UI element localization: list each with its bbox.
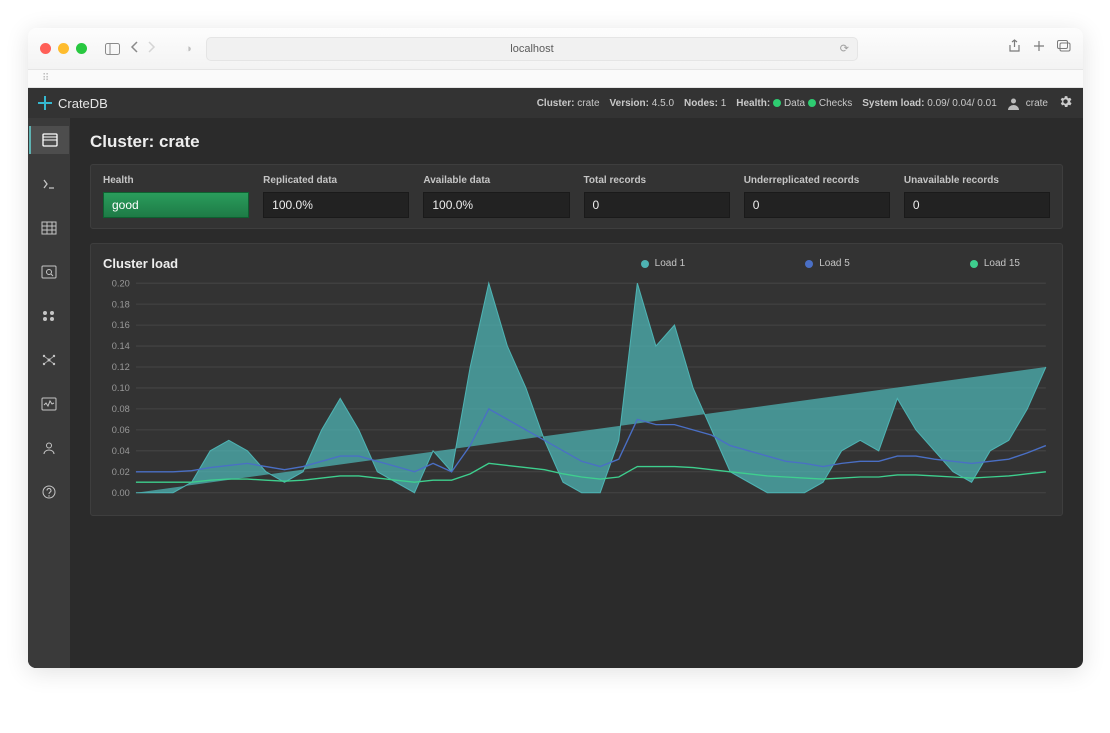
app-header: CrateDB Cluster: crate Version: 4.5.0 No… xyxy=(28,88,1083,118)
reload-icon[interactable]: ⟳ xyxy=(840,42,849,55)
apps-grid-icon[interactable]: ⠿ xyxy=(42,73,49,84)
appbar-right: Cluster: crate Version: 4.5.0 Nodes: 1 H… xyxy=(537,94,1073,112)
cluster-load-chart: 0.00 0.02 0.04 0.06 0.08 0.10 0.12 0.14 0.16 0.18… xyxy=(103,279,1050,499)
chart-header: Cluster load Load 1 Load 5 Load 15 xyxy=(103,256,1050,271)
cratedb-logo-icon xyxy=(38,96,52,110)
user-icon xyxy=(1007,97,1020,110)
stat-label: Available data xyxy=(423,175,569,186)
legend-dot-icon xyxy=(970,260,978,268)
browser-nav xyxy=(130,40,156,58)
chart-area: 0.00 0.02 0.04 0.06 0.08 0.10 0.12 0.14 0.16 0.18… xyxy=(103,279,1050,499)
legend-load5: Load 5 xyxy=(805,258,850,269)
legend-load1: Load 1 xyxy=(641,258,686,269)
svg-text:0.00: 0.00 xyxy=(112,488,130,498)
stat-value: 100.0% xyxy=(423,192,569,218)
new-tab-icon[interactable] xyxy=(1033,39,1045,58)
nav-console[interactable] xyxy=(29,170,69,198)
svg-text:0.14: 0.14 xyxy=(112,341,130,351)
nav-cluster[interactable] xyxy=(29,346,69,374)
browser-chrome: ◑ localhost ⟳ xyxy=(28,28,1083,70)
page-title: Cluster: crate xyxy=(90,132,1063,152)
legend-load15: Load 15 xyxy=(970,258,1020,269)
status-nodes: Nodes: 1 xyxy=(684,98,726,109)
svg-text:0.10: 0.10 xyxy=(112,383,130,393)
stat-label: Total records xyxy=(584,175,730,186)
url-text: localhost xyxy=(510,43,553,55)
svg-text:0.12: 0.12 xyxy=(112,362,130,372)
close-window-icon[interactable] xyxy=(40,43,51,54)
stat-label: Unavailable records xyxy=(904,175,1050,186)
stat-value-health: good xyxy=(103,192,249,218)
svg-text:0.16: 0.16 xyxy=(112,320,130,330)
stat-label: Replicated data xyxy=(263,175,409,186)
chart-legend: Load 1 Load 5 Load 15 xyxy=(641,258,1050,269)
settings-button[interactable] xyxy=(1058,94,1073,112)
username: crate xyxy=(1026,98,1048,109)
nav-shards[interactable] xyxy=(29,302,69,330)
stat-replicated: Replicated data 100.0% xyxy=(263,175,409,218)
svg-text:0.20: 0.20 xyxy=(112,279,130,288)
legend-dot-icon xyxy=(641,260,649,268)
chart-title: Cluster load xyxy=(103,256,178,271)
shield-icon[interactable]: ◑ xyxy=(185,43,192,55)
stat-label: Health xyxy=(103,175,249,186)
svg-text:0.06: 0.06 xyxy=(112,425,130,435)
traffic-lights xyxy=(40,43,87,54)
nav-views[interactable] xyxy=(29,258,69,286)
svg-text:0.04: 0.04 xyxy=(112,446,130,456)
main-content: Cluster: crate Health good Replicated da… xyxy=(70,118,1083,668)
maximize-window-icon[interactable] xyxy=(76,43,87,54)
brand-text: CrateDB xyxy=(58,96,108,111)
stat-underrep: Underreplicated records 0 xyxy=(744,175,890,218)
stat-value: 0 xyxy=(744,192,890,218)
legend-dot-icon xyxy=(805,260,813,268)
stat-total: Total records 0 xyxy=(584,175,730,218)
stat-label: Underreplicated records xyxy=(744,175,890,186)
stat-unavail: Unavailable records 0 xyxy=(904,175,1050,218)
address-bar[interactable]: ◑ localhost ⟳ xyxy=(206,37,858,61)
stat-available: Available data 100.0% xyxy=(423,175,569,218)
stats-panel: Health good Replicated data 100.0% Avail… xyxy=(90,164,1063,229)
stat-value: 0 xyxy=(904,192,1050,218)
share-icon[interactable] xyxy=(1008,39,1021,58)
nav-help[interactable] xyxy=(29,478,69,506)
side-nav xyxy=(28,118,70,668)
stat-health: Health good xyxy=(103,175,249,218)
status-health: Health: Data Checks xyxy=(736,98,852,109)
forward-button[interactable] xyxy=(146,40,156,58)
stat-value: 0 xyxy=(584,192,730,218)
svg-text:0.02: 0.02 xyxy=(112,467,130,477)
user-menu[interactable]: crate xyxy=(1007,97,1048,110)
browser-window: ◑ localhost ⟳ ⠿ CrateDB Cluster: crate V… xyxy=(28,28,1083,668)
nav-overview[interactable] xyxy=(29,126,69,154)
bookmarks-bar: ⠿ xyxy=(28,70,1083,88)
status-version: Version: 4.5.0 xyxy=(610,98,675,109)
brand[interactable]: CrateDB xyxy=(38,96,108,111)
sidebar-toggle-icon[interactable] xyxy=(105,43,120,55)
nav-tables[interactable] xyxy=(29,214,69,242)
app-body: Cluster: crate Health good Replicated da… xyxy=(28,118,1083,668)
svg-text:0.18: 0.18 xyxy=(112,299,130,309)
nav-users[interactable] xyxy=(29,434,69,462)
back-button[interactable] xyxy=(130,40,140,58)
chrome-right-icons xyxy=(1008,39,1071,58)
tabs-overview-icon[interactable] xyxy=(1057,39,1071,58)
status-sysload: System load: 0.09/ 0.04/ 0.01 xyxy=(862,98,997,109)
gear-icon xyxy=(1058,94,1073,109)
chart-panel: Cluster load Load 1 Load 5 Load 15 0.000… xyxy=(90,243,1063,516)
svg-text:0.08: 0.08 xyxy=(112,404,130,414)
app-root: CrateDB Cluster: crate Version: 4.5.0 No… xyxy=(28,88,1083,668)
nav-monitoring[interactable] xyxy=(29,390,69,418)
minimize-window-icon[interactable] xyxy=(58,43,69,54)
status-cluster: Cluster: crate xyxy=(537,98,600,109)
stat-value: 100.0% xyxy=(263,192,409,218)
